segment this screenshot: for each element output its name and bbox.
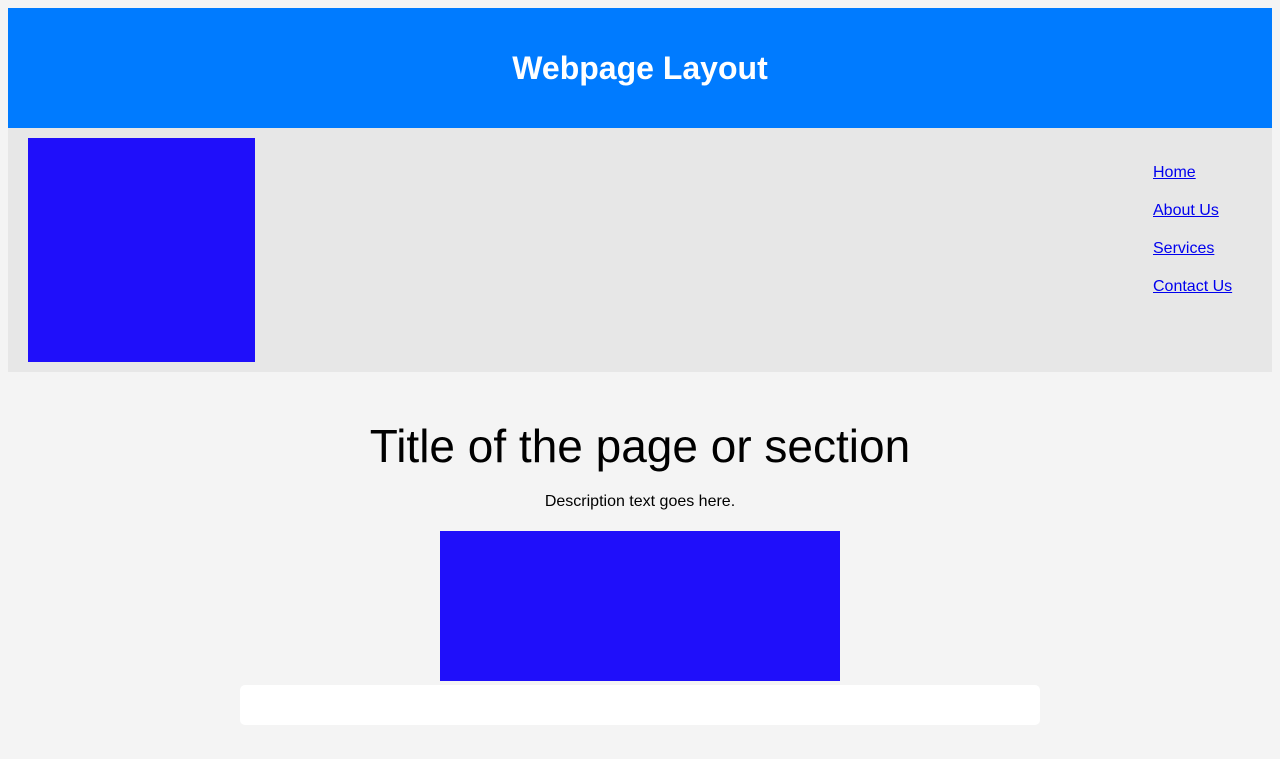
nav-link-services[interactable]: Services [1153,240,1214,257]
top-bar: Home About Us Services Contact Us [8,128,1272,372]
nav-link-contact-us[interactable]: Contact Us [1153,278,1232,295]
nav-item-contact-us: Contact Us [1153,268,1232,306]
nav-link-about-us[interactable]: About Us [1153,202,1219,219]
logo-placeholder [28,138,255,362]
nav-item-services: Services [1153,230,1232,268]
hero-image-placeholder [440,531,840,681]
section-title: Title of the page or section [369,420,911,472]
content-box [240,685,1040,725]
nav-link-home[interactable]: Home [1153,164,1196,181]
page-header: Webpage Layout [8,8,1272,128]
page-header-title: Webpage Layout [512,49,768,86]
nav-item-about-us: About Us [1153,192,1232,230]
section-description: Description text goes here. [544,493,736,510]
main-content: Title of the page or section Description… [8,372,1272,725]
nav-menu: Home About Us Services Contact Us [1153,154,1232,306]
page: Webpage Layout Home About Us Services Co… [8,8,1272,725]
nav-item-home: Home [1153,154,1232,192]
